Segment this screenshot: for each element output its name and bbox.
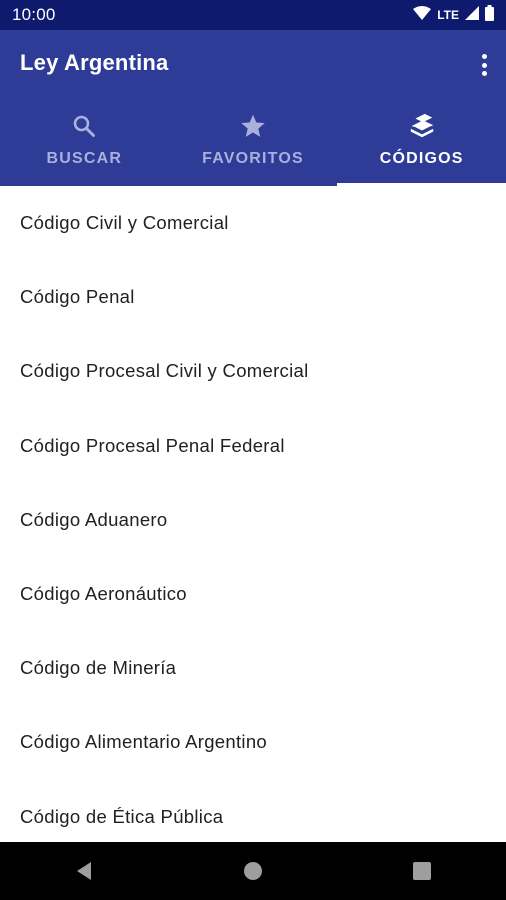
book-stack-icon — [408, 112, 436, 140]
network-type: LTE — [437, 8, 459, 22]
tab-codigos[interactable]: CÓDIGOS — [337, 102, 506, 186]
list-item[interactable]: Código Procesal Civil y Comercial — [0, 334, 506, 408]
more-vert-icon[interactable] — [476, 52, 492, 78]
codes-list: Código Civil y Comercial Código Penal Có… — [0, 186, 506, 842]
wifi-icon — [413, 5, 432, 25]
list-item[interactable]: Código de Minería — [0, 631, 506, 705]
status-icons: LTE — [413, 4, 494, 26]
back-icon[interactable] — [64, 851, 104, 891]
list-item[interactable]: Código de Ética Pública — [0, 780, 506, 843]
list-item[interactable]: Código Aduanero — [0, 483, 506, 557]
list-item[interactable]: Código Aeronáutico — [0, 557, 506, 631]
tab-buscar[interactable]: BUSCAR — [0, 102, 169, 186]
battery-icon — [485, 4, 494, 26]
list-item[interactable]: Código Procesal Penal Federal — [0, 409, 506, 483]
list-item[interactable]: Código Penal — [0, 260, 506, 334]
search-icon — [70, 112, 98, 140]
tab-label: BUSCAR — [46, 150, 123, 167]
recents-icon[interactable] — [402, 851, 442, 891]
list-item[interactable]: Código Civil y Comercial — [0, 186, 506, 260]
status-time: 10:00 — [12, 5, 56, 24]
tab-favoritos[interactable]: FAVORITOS — [169, 102, 338, 186]
signal-icon — [465, 5, 479, 25]
tab-bar: BUSCAR FAVORITOS CÓDIGOS — [0, 102, 506, 186]
tab-label: FAVORITOS — [202, 150, 304, 167]
status-bar: 10:00 LTE — [0, 0, 506, 30]
star-icon — [239, 112, 267, 140]
tab-label: CÓDIGOS — [379, 150, 464, 167]
system-nav-bar — [0, 842, 506, 900]
home-icon[interactable] — [233, 851, 273, 891]
app-title: Ley Argentina — [20, 50, 169, 75]
app-bar: Ley Argentina BUSCAR FAVORITOS CÓDIGOS — [0, 30, 506, 186]
list-item[interactable]: Código Alimentario Argentino — [0, 705, 506, 779]
